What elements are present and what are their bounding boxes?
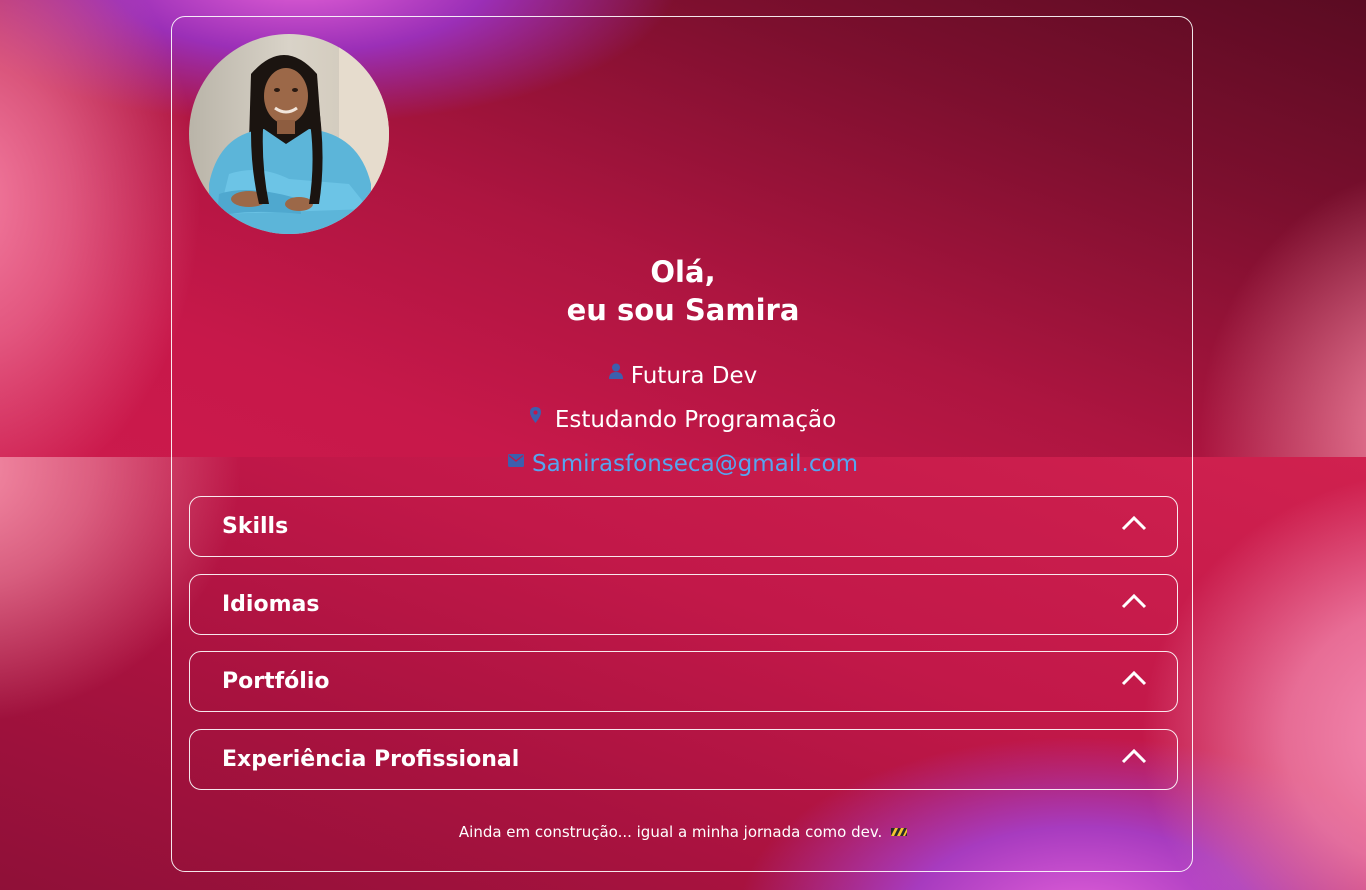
chevron-up-icon[interactable]: [1121, 593, 1147, 613]
profile-card: Olá, eu sou Samira Futura Dev Estudando …: [171, 16, 1193, 872]
footer-note: Ainda em construção... igual a minha jor…: [172, 821, 1194, 844]
role-text: Futura Dev: [630, 363, 758, 389]
accordion-skills[interactable]: Skills: [189, 496, 1178, 557]
accordion-experiencia[interactable]: Experiência Profissional: [189, 729, 1178, 790]
greeting-heading: Olá, eu sou Samira: [172, 253, 1194, 329]
footer-text: Ainda em construção... igual a minha jor…: [458, 823, 883, 841]
chevron-up-icon[interactable]: [1121, 670, 1147, 690]
profile-photo: [189, 34, 389, 234]
chevron-up-icon[interactable]: [1121, 748, 1147, 768]
accordion-portfolio-label: Portfólio: [222, 669, 330, 694]
status-line: Estudando Programação: [172, 401, 1194, 435]
chevron-up-icon[interactable]: [1121, 515, 1147, 535]
location-pin-icon: [529, 401, 541, 431]
status-text: Estudando Programação: [554, 407, 837, 433]
role-line: Futura Dev: [172, 357, 1194, 391]
mail-icon: [508, 445, 525, 475]
accordion-portfolio[interactable]: Portfólio: [189, 651, 1178, 712]
construction-icon: [891, 822, 908, 844]
user-icon: [608, 357, 623, 387]
greeting-line-2: eu sou Samira: [566, 293, 800, 327]
greeting-line-1: Olá,: [650, 255, 716, 289]
email-line: Samirasfonseca@gmail.com: [172, 445, 1194, 479]
accordion-skills-label: Skills: [222, 514, 289, 539]
accordion-idiomas[interactable]: Idiomas: [189, 574, 1178, 635]
accordion-idiomas-label: Idiomas: [222, 592, 320, 617]
accordion-experiencia-label: Experiência Profissional: [222, 747, 520, 772]
email-link[interactable]: Samirasfonseca@gmail.com: [532, 451, 858, 477]
